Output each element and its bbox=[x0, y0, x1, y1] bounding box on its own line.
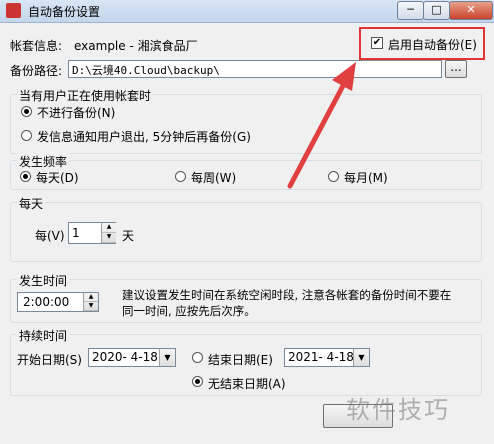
annotation-arrow-icon bbox=[287, 62, 356, 189]
watermark: 软件技巧 bbox=[346, 396, 450, 424]
auto-backup-dialog: 自动备份设置 ─ □ ✕ 帐套信息: example - 湘滨食品厂 ✔ 启用自… bbox=[0, 0, 494, 444]
